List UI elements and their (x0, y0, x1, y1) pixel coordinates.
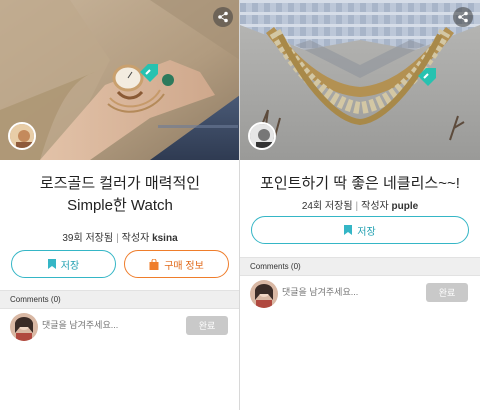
commenter-avatar (250, 280, 278, 308)
author-name[interactable]: puple (392, 201, 419, 212)
comments-header: Comments (0) (240, 257, 480, 276)
right-post-card: 포인트하기 딱 좋은 네클리스~~! 24회 저장됨 | 작성자 puple 저장 … (240, 0, 480, 410)
post-meta: 24회 저장됨 | 작성자 puple (301, 201, 419, 212)
author-label: 작성자 (121, 233, 150, 244)
save-count: 39회 저장됨 (62, 233, 114, 244)
left-post-card: 로즈골드 컬러가 매력적인 Simple한 Watch 39회 저장됨 | 작성자 … (0, 0, 240, 410)
author-label: 작성자 (361, 201, 389, 212)
post-meta: 39회 저장됨 | 작성자 ksina (62, 233, 178, 244)
share-icon[interactable] (453, 7, 473, 27)
watch-photo[interactable] (0, 0, 240, 160)
author-avatar[interactable] (8, 122, 36, 150)
post-title-line2: Simple한 Watch (67, 197, 173, 214)
buy-info-button[interactable]: 구매 정보 (124, 250, 229, 278)
bookmark-icon (47, 259, 56, 269)
share-icon[interactable] (213, 7, 233, 27)
watch-photo-illustration (0, 0, 240, 160)
necklace-photo-illustration (240, 0, 480, 160)
buy-button-label: 구매 정보 (164, 260, 204, 272)
comment-input-row: 완료 (0, 310, 240, 344)
save-button[interactable]: 저장 (251, 216, 469, 244)
shopping-bag-icon (149, 258, 159, 270)
necklace-photo[interactable] (240, 0, 480, 160)
post-title-line1: 로즈골드 컬러가 매력적인 (39, 175, 201, 192)
comment-submit-button[interactable]: 완료 (426, 283, 468, 302)
commenter-avatar (10, 313, 38, 341)
save-button-label: 저장 (357, 226, 376, 238)
tag-icon[interactable] (136, 60, 162, 86)
comment-submit-button[interactable]: 완료 (186, 316, 228, 335)
comment-input-row: 완료 (240, 277, 480, 311)
bookmark-icon (344, 225, 353, 235)
tag-icon[interactable] (414, 64, 440, 90)
save-button-label: 저장 (60, 260, 80, 272)
comment-input[interactable] (42, 320, 172, 330)
author-avatar[interactable] (248, 122, 276, 150)
save-button[interactable]: 저장 (11, 250, 116, 278)
post-title: 로즈골드 컬러가 매력적인 Simple한 Watch (0, 173, 240, 217)
comments-header: Comments (0) (0, 290, 240, 309)
post-title: 포인트하기 딱 좋은 네클리스~~! (260, 175, 460, 192)
comment-input[interactable] (282, 287, 412, 297)
author-name[interactable]: ksina (152, 233, 178, 244)
save-count: 24회 저장됨 (301, 201, 353, 212)
